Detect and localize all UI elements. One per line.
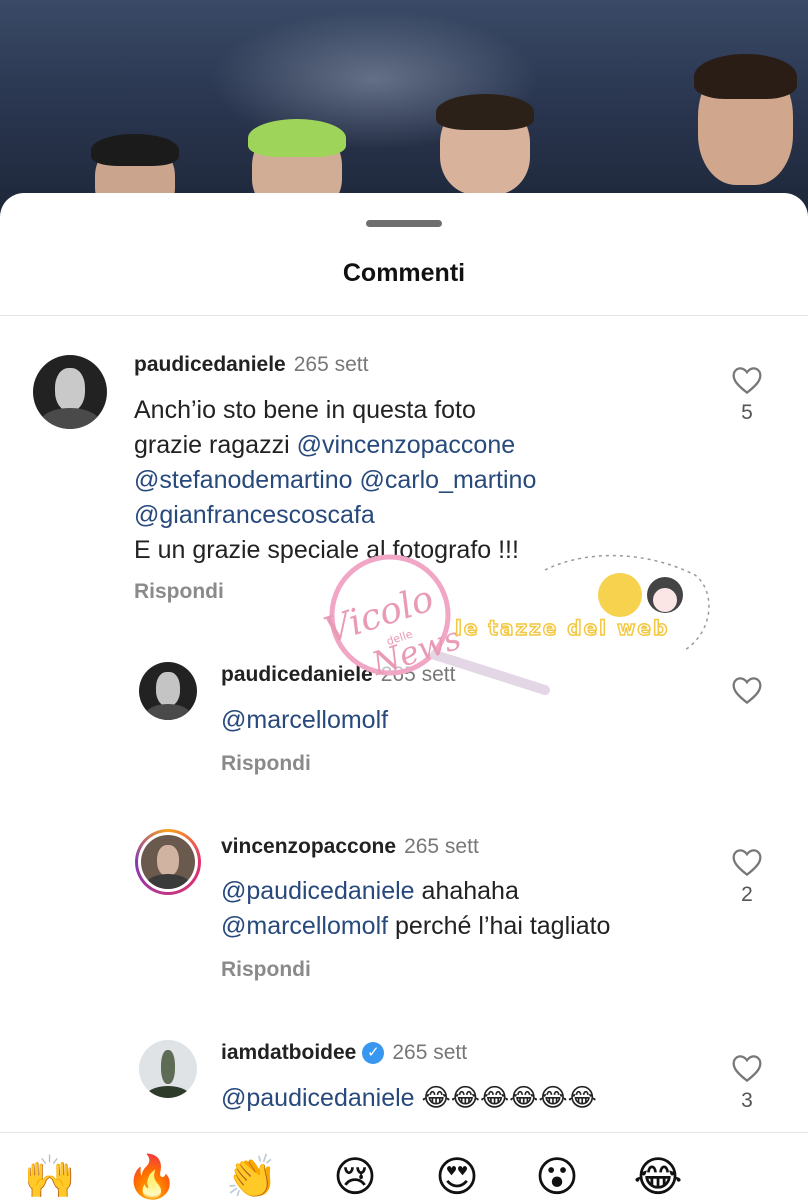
reply-button[interactable]: Rispondi (221, 752, 311, 776)
emoji-raising-hands[interactable]: 🙌 (20, 1153, 80, 1201)
mention-link[interactable]: @marcellomolf (221, 912, 388, 940)
mention-link[interactable]: @stefanodemartino (134, 466, 353, 494)
like-button[interactable] (727, 675, 767, 711)
emoji-tears-of-joy[interactable]: 😂 (628, 1153, 688, 1201)
comment-meta: vincenzopaccone 265 sett (221, 835, 479, 859)
comment-username[interactable]: iamdatboidee (221, 1041, 356, 1064)
like-button[interactable]: 2 (727, 847, 767, 907)
comment-line: @paudicedaniele ahahaha (221, 874, 610, 909)
comment-line: @marcellomolf (221, 703, 388, 738)
drag-handle[interactable] (366, 220, 442, 227)
comment-username[interactable]: paudicedaniele (134, 353, 286, 376)
like-count: 2 (741, 883, 753, 906)
emoji-clapping-hands[interactable]: 👏 (222, 1153, 282, 1201)
like-count: 5 (741, 401, 753, 424)
comment-meta: iamdatboidee ✓ 265 sett (221, 1041, 467, 1065)
comment-line: @marcellomolf perché l’hai tagliato (221, 909, 610, 944)
comment-line: grazie ragazzi @vincenzopaccone (134, 428, 536, 463)
comment-text: Anch’io sto bene in questa foto grazie ra… (134, 393, 536, 568)
comment-line: Anch’io sto bene in questa foto (134, 393, 536, 428)
mention-link[interactable]: @carlo_martino (360, 466, 537, 494)
verified-badge-icon: ✓ (362, 1042, 385, 1065)
comment-line: @stefanodemartino @carlo_martino (134, 463, 536, 498)
comment-text-segment: E un grazie speciale al fotografo !!! (134, 536, 519, 564)
comment-text-segment: Anch’io sto bene in questa foto (134, 396, 476, 424)
mention-link[interactable]: @marcellomolf (221, 706, 388, 734)
avatar[interactable] (139, 1040, 197, 1098)
mention-link[interactable]: @vincenzopaccone (297, 431, 516, 459)
sheet-title: Commenti (342, 259, 466, 287)
like-button[interactable]: 3 (727, 1053, 767, 1113)
avatar (141, 835, 195, 889)
comment-text-segment: perché l’hai tagliato (388, 912, 611, 940)
comment-text-segment (353, 466, 360, 494)
emoji-fire[interactable]: 🔥 (122, 1153, 182, 1201)
like-button[interactable]: 5 (727, 365, 767, 425)
comment-time: 265 sett (392, 1041, 468, 1064)
comment-meta: paudicedaniele 265 sett (134, 353, 368, 377)
emoji-reaction-bar: 🙌 🔥 👏 😢 😍 😮 😂 (0, 1132, 808, 1201)
comment-text-segment: ahahaha (414, 877, 519, 905)
comment-text: @paudicedaniele ahahaha @marcellomolf per… (221, 874, 610, 944)
heart-outline-icon (732, 1055, 762, 1083)
comment-time: 265 sett (380, 663, 456, 686)
divider (0, 315, 808, 316)
emoji-surprised-face[interactable]: 😮 (527, 1153, 587, 1201)
comment-line: E un grazie speciale al fotografo !!! (134, 533, 536, 568)
emoji-heart-eyes[interactable]: 😍 (427, 1153, 487, 1201)
mention-link[interactable]: @paudicedaniele (221, 877, 415, 905)
mention-link[interactable]: @gianfrancescoscafa (134, 501, 375, 529)
comment-text-segment: 😂😂😂😂😂😂 (414, 1084, 597, 1112)
comment-line: @paudicedaniele 😂😂😂😂😂😂 (221, 1081, 597, 1116)
comment-text: @marcellomolf (221, 703, 388, 738)
comment-time: 265 sett (293, 353, 369, 376)
comment-line: @gianfrancescoscafa (134, 498, 536, 533)
reply-button[interactable]: Rispondi (221, 958, 311, 982)
comment-text: @paudicedaniele 😂😂😂😂😂😂 (221, 1081, 597, 1116)
heart-outline-icon (732, 849, 762, 877)
comment-time: 265 sett (404, 835, 479, 858)
like-count: 3 (741, 1089, 753, 1112)
heart-outline-icon (732, 367, 762, 395)
emoji-crying-face[interactable]: 😢 (325, 1153, 385, 1201)
heart-outline-icon (732, 677, 762, 705)
comment-text-segment: grazie ragazzi (134, 431, 297, 459)
avatar-story-ring[interactable] (135, 829, 201, 895)
comment-username[interactable]: paudicedaniele (221, 663, 373, 686)
comment-meta: paudicedaniele 265 sett (221, 663, 455, 687)
avatar[interactable] (33, 355, 107, 429)
comment-username[interactable]: vincenzopaccone (221, 835, 396, 858)
reply-button[interactable]: Rispondi (134, 580, 224, 604)
avatar[interactable] (139, 662, 197, 720)
mention-link[interactable]: @paudicedaniele (221, 1084, 415, 1112)
